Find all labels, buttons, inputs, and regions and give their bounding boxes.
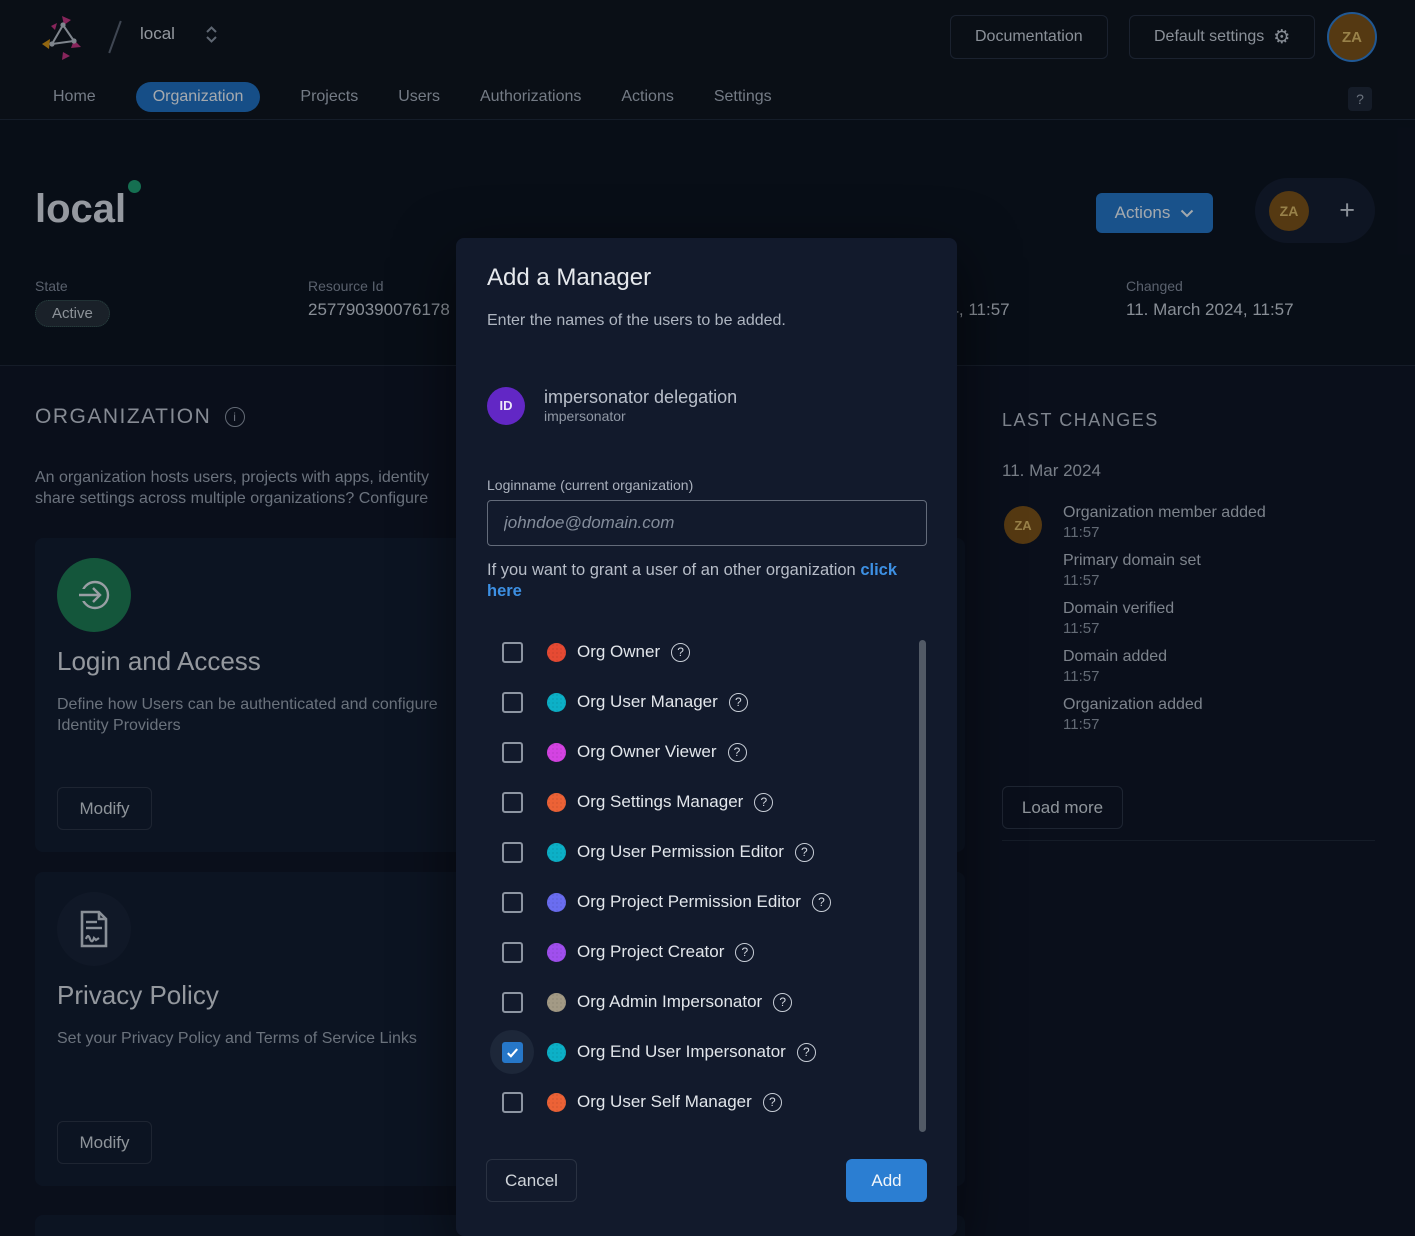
checkbox-wrap [490, 930, 534, 974]
role-checkbox[interactable] [502, 1092, 523, 1113]
manager-target-row: ID impersonator delegation impersonator [487, 386, 737, 425]
role-label: Org Owner [577, 642, 660, 662]
zitadel-console: local Documentation Default settings ⚙ Z… [0, 0, 1415, 1236]
role-label: Org Settings Manager [577, 792, 743, 812]
role-checkbox[interactable] [502, 942, 523, 963]
help-icon[interactable] [671, 643, 690, 662]
checkbox-wrap [490, 630, 534, 674]
help-icon[interactable] [754, 793, 773, 812]
role-color-dot [547, 643, 566, 662]
role-option[interactable]: Org Admin Impersonator [456, 977, 916, 1027]
role-color-dot [547, 1093, 566, 1112]
role-checkbox[interactable] [502, 1042, 523, 1063]
help-icon[interactable] [812, 893, 831, 912]
add-button[interactable]: Add [846, 1159, 927, 1202]
help-icon[interactable] [797, 1043, 816, 1062]
role-option[interactable]: Org Project Creator [456, 927, 916, 977]
role-label: Org Project Permission Editor [577, 892, 801, 912]
role-color-dot [547, 993, 566, 1012]
role-checkbox[interactable] [502, 742, 523, 763]
role-checkbox[interactable] [502, 892, 523, 913]
checkbox-wrap [490, 1080, 534, 1124]
role-option[interactable]: Org Owner [456, 627, 916, 677]
role-color-dot [547, 893, 566, 912]
role-checkbox[interactable] [502, 642, 523, 663]
add-manager-dialog: Add a Manager Enter the names of the use… [456, 238, 957, 1236]
dialog-title: Add a Manager [487, 264, 651, 292]
help-icon[interactable] [729, 693, 748, 712]
help-icon[interactable] [795, 843, 814, 862]
role-label: Org Project Creator [577, 942, 724, 962]
role-checkbox[interactable] [502, 692, 523, 713]
role-label: Org Owner Viewer [577, 742, 717, 762]
role-color-dot [547, 1043, 566, 1062]
role-option[interactable]: Org User Self Manager [456, 1077, 916, 1127]
checkbox-wrap [490, 780, 534, 824]
checkbox-wrap [490, 730, 534, 774]
role-option[interactable]: Org Settings Manager [456, 777, 916, 827]
help-icon[interactable] [773, 993, 792, 1012]
help-icon[interactable] [763, 1093, 782, 1112]
checkbox-wrap [490, 980, 534, 1024]
checkbox-wrap [490, 830, 534, 874]
role-label: Org Admin Impersonator [577, 992, 762, 1012]
role-color-dot [547, 843, 566, 862]
checkbox-wrap [490, 680, 534, 724]
cancel-button[interactable]: Cancel [486, 1159, 577, 1202]
checkbox-wrap [490, 880, 534, 924]
role-option[interactable]: Org User Permission Editor [456, 827, 916, 877]
target-name: impersonator delegation [544, 386, 737, 408]
scrollbar-thumb[interactable] [919, 640, 926, 1132]
help-icon[interactable] [735, 943, 754, 962]
role-target-avatar: ID [487, 387, 525, 425]
role-label: Org User Manager [577, 692, 718, 712]
role-option[interactable]: Org End User Impersonator [456, 1027, 916, 1077]
checkbox-wrap [490, 1030, 534, 1074]
role-checkbox[interactable] [502, 792, 523, 813]
loginname-input[interactable] [487, 500, 927, 546]
role-label: Org User Self Manager [577, 1092, 752, 1112]
role-label: Org End User Impersonator [577, 1042, 786, 1062]
role-color-dot [547, 693, 566, 712]
loginname-label: Loginname (current organization) [487, 477, 693, 493]
role-option[interactable]: Org Project Permission Editor [456, 877, 916, 927]
role-color-dot [547, 943, 566, 962]
role-option[interactable]: Org User Manager [456, 677, 916, 727]
role-checkbox[interactable] [502, 992, 523, 1013]
dialog-subtitle: Enter the names of the users to be added… [487, 312, 786, 330]
role-option[interactable]: Org Owner Viewer [456, 727, 916, 777]
help-icon[interactable] [728, 743, 747, 762]
role-color-dot [547, 793, 566, 812]
dialog-actions: Cancel Add [456, 1159, 957, 1202]
hint-text: If you want to grant a user of an other … [487, 561, 856, 579]
role-label: Org User Permission Editor [577, 842, 784, 862]
role-color-dot [547, 743, 566, 762]
role-list: Org Owner Org User Manager Org Owner Viewe… [456, 627, 916, 1127]
target-subtitle: impersonator [544, 408, 737, 425]
other-org-hint: If you want to grant a user of an other … [487, 560, 915, 602]
role-checkbox[interactable] [502, 842, 523, 863]
